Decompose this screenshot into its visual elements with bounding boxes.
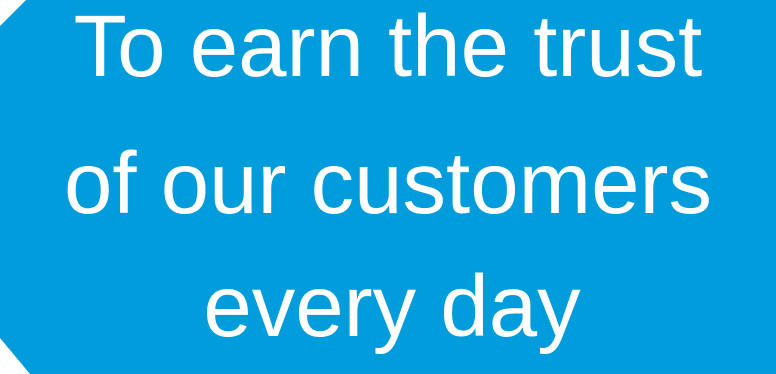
headline-line-1: To earn the trust [73, 0, 703, 95]
headline-line-2: of our customers [64, 135, 712, 232]
slide-canvas: To earn the trust of our customers every… [0, 0, 776, 374]
headline-line-3: every day [203, 258, 581, 355]
